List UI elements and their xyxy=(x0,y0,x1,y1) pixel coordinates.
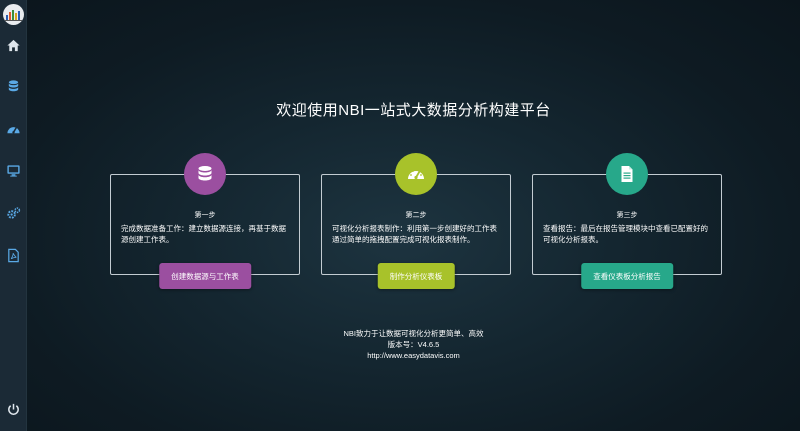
version-text: 版本号：V4.6.5 xyxy=(387,340,440,349)
database-icon[interactable] xyxy=(6,79,21,94)
power-icon[interactable] xyxy=(6,402,21,417)
home-icon[interactable] xyxy=(6,38,21,53)
database-icon xyxy=(184,153,226,195)
step-card-1: 第一步 完成数据准备工作：建立数据源连接，再基于数据源创建工作表。 创建数据源与… xyxy=(110,153,300,289)
step-description: 可视化分析报表制作：利用第一步创建好的工作表通过简单的拖拽配置完成可视化报表制作… xyxy=(332,224,497,244)
main-content: 欢迎使用NBI一站式大数据分析构建平台 第一步 完成数据准备工作：建立数据源连接… xyxy=(27,0,800,431)
create-dashboard-button[interactable]: 制作分析仪表板 xyxy=(377,263,455,289)
dashboard-gauge-icon[interactable] xyxy=(6,122,21,137)
settings-cogs-icon[interactable] xyxy=(6,206,21,221)
dashboard-gauge-icon xyxy=(395,153,437,195)
sidebar xyxy=(0,0,27,431)
report-file-icon xyxy=(606,153,648,195)
step-card-2: 第二步 可视化分析报表制作：利用第一步创建好的工作表通过简单的拖拽配置完成可视化… xyxy=(321,153,511,289)
view-report-button[interactable]: 查看仪表板分析报告 xyxy=(581,263,673,289)
pdf-document-icon[interactable] xyxy=(6,248,21,263)
step-description: 查看报告：最后在报告管理模块中查看已配置好的可视化分析报表。 xyxy=(543,224,708,244)
nbi-logo[interactable] xyxy=(3,4,24,25)
footer-slogan: NBI致力于让数据可视化分析更简单、高效 xyxy=(343,329,484,338)
step-label: 第一步 xyxy=(194,212,216,219)
step-label: 第三步 xyxy=(616,212,638,219)
footer-info: NBI致力于让数据可视化分析更简单、高效 版本号：V4.6.5 http://w… xyxy=(27,328,800,361)
step-card-3: 第三步 查看报告：最后在报告管理模块中查看已配置好的可视化分析报表。 查看仪表板… xyxy=(532,153,722,289)
monitor-icon[interactable] xyxy=(6,163,21,178)
step-label: 第二步 xyxy=(405,212,427,219)
page-title: 欢迎使用NBI一站式大数据分析构建平台 xyxy=(276,102,551,119)
website-link[interactable]: http://www.easydatavis.com xyxy=(27,350,800,361)
step-description: 完成数据准备工作：建立数据源连接，再基于数据源创建工作表。 xyxy=(121,224,286,244)
create-datasource-button[interactable]: 创建数据源与工作表 xyxy=(159,263,251,289)
